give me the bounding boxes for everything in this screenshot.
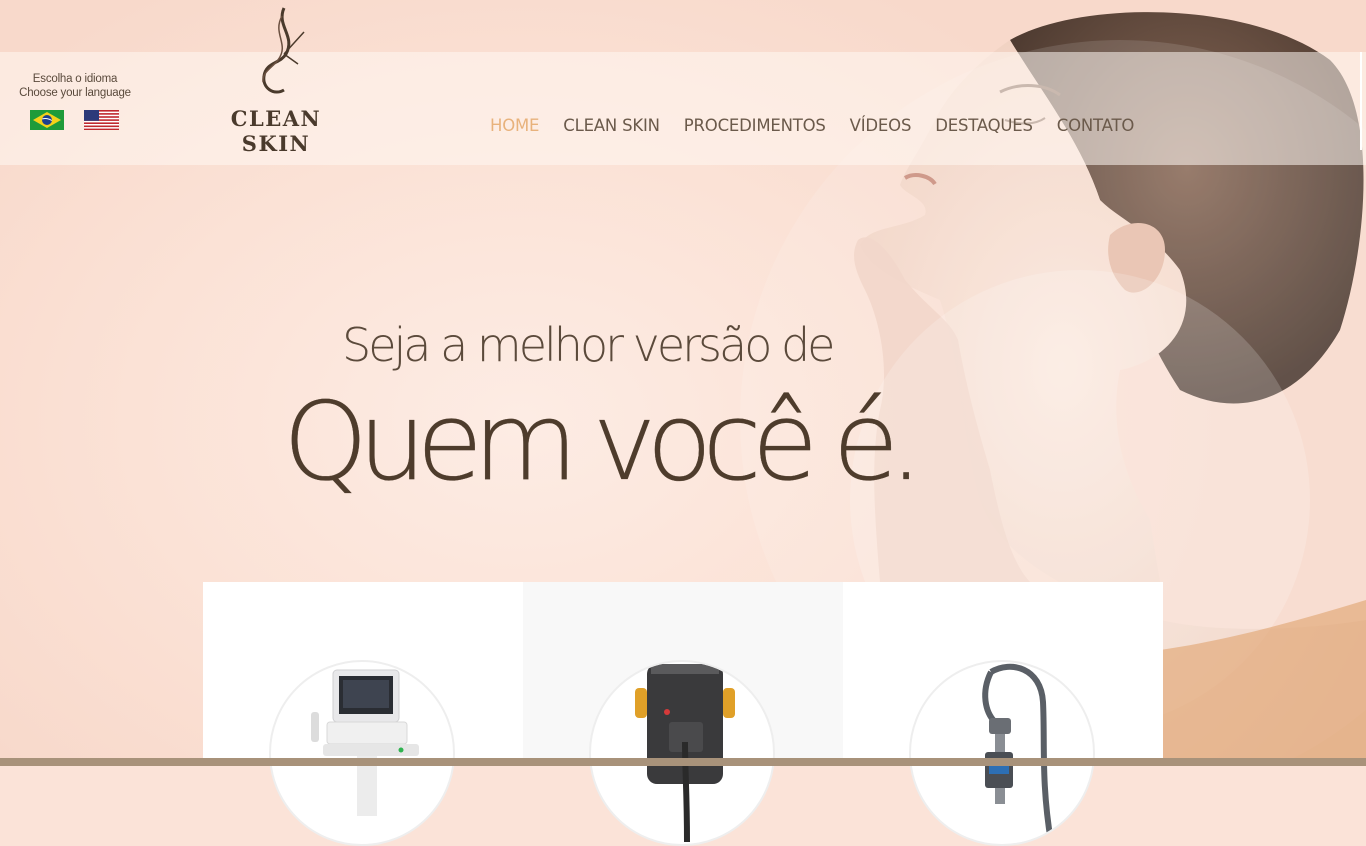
footer-strip — [0, 758, 1366, 766]
product-image-frame — [269, 660, 455, 846]
hero-subtitle: Seja a melhor versão de — [342, 318, 835, 372]
nav-item-contato[interactable]: CONTATO — [1057, 116, 1135, 138]
product-cards — [203, 582, 1163, 846]
brand-name: CLEAN SKIN — [230, 106, 322, 156]
hero-title: Quem você é. — [283, 380, 924, 505]
brazil-flag-icon[interactable] — [30, 110, 64, 130]
brand-logo[interactable]: CLEAN SKIN — [200, 6, 350, 156]
nav-item-clean-skin[interactable]: CLEAN SKIN — [563, 116, 660, 138]
logo-mark-icon — [262, 7, 305, 94]
laser-device-icon — [635, 664, 735, 843]
usa-flag-icon[interactable] — [84, 110, 119, 130]
product-image-frame — [589, 660, 775, 846]
nav-item-procedimentos[interactable]: PROCEDIMENTOS — [684, 116, 826, 138]
product-card-2[interactable] — [523, 582, 843, 846]
product-image-frame — [909, 660, 1095, 846]
main-nav: HOME CLEAN SKIN PROCEDIMENTOS VÍDEOS DES… — [490, 116, 1134, 138]
language-selector: Escolha o idioma Choose your language — [14, 72, 136, 130]
scroll-indicator — [1360, 52, 1362, 150]
vacuum-device-icon — [982, 663, 1054, 843]
product-card-1[interactable] — [203, 582, 523, 846]
product-card-3[interactable] — [843, 582, 1163, 846]
language-label-en: Choose your language — [19, 87, 131, 99]
nav-item-home[interactable]: HOME — [490, 116, 539, 138]
ultrasound-device-icon — [311, 669, 419, 816]
language-label-pt: Escolha o idioma — [32, 73, 118, 85]
nav-item-destaques[interactable]: DESTAQUES — [935, 116, 1033, 138]
nav-item-videos[interactable]: VÍDEOS — [850, 116, 912, 138]
